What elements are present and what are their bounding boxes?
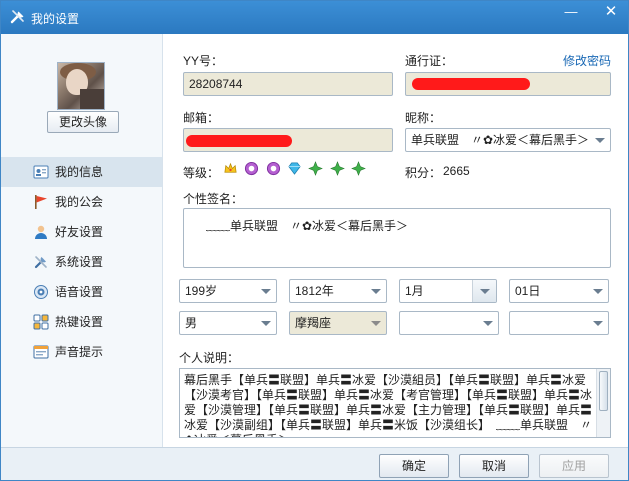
sidebar: 更改头像 我的信息 我的公会 好友设置 系统设置 语音设置 热键设置 声音提示 (1, 34, 163, 447)
age-dropdown[interactable]: 199岁 (179, 279, 277, 303)
signature-label: 个性签名： (183, 192, 244, 206)
close-button[interactable]: ✕ (597, 1, 625, 25)
star-icon (329, 161, 345, 177)
crown-icon (224, 163, 237, 173)
cancel-button[interactable]: 取消 (459, 454, 529, 478)
description-value: 幕后黑手【单兵〓联盟】单兵〓冰爱【沙漠組员】【单兵〓联盟】单兵〓冰爱【沙漠考官】… (184, 373, 593, 437)
birth-day-value: 01日 (515, 284, 541, 298)
sidebar-item-label: 热键设置 (55, 315, 104, 329)
title-bar[interactable]: 我的设置 — ✕ (1, 1, 628, 34)
constellation-dropdown: 摩羯座 (289, 311, 387, 335)
nickname-label: 昵称： (405, 111, 442, 125)
voice-icon (34, 285, 48, 299)
age-value: 199岁 (185, 284, 218, 298)
nickname-dropdown[interactable]: 单兵联盟 〃✿冰爱＜幕后黑手＞ (405, 128, 611, 152)
chevron-down-icon (588, 312, 608, 334)
province-dropdown[interactable] (399, 311, 499, 335)
email-field[interactable] (183, 128, 393, 152)
my-info-panel: YY号： 通行证： 修改密码 28208744 邮箱： 昵称： 单兵联盟 〃✿冰… (163, 34, 628, 447)
tools-icon (34, 256, 47, 269)
city-dropdown[interactable] (509, 311, 609, 335)
level-label: 等级： (183, 166, 220, 180)
sound-tip-icon (33, 345, 49, 359)
sidebar-item-label: 语音设置 (55, 285, 104, 299)
birth-year-value: 1812年 (295, 284, 334, 298)
chevron-down-icon[interactable] (472, 280, 496, 302)
passport-label: 通行证： (405, 54, 454, 68)
sidebar-item-system-settings[interactable]: 系统设置 (1, 247, 162, 277)
chevron-down-icon (256, 312, 276, 334)
birth-month-dropdown[interactable]: 1月 (399, 279, 497, 303)
ok-button[interactable]: 确定 (379, 454, 449, 478)
level-badges (223, 161, 369, 177)
id-card-icon (33, 165, 49, 179)
redaction-mark (186, 135, 292, 147)
sidebar-item-hotkey-settings[interactable]: 热键设置 (1, 307, 162, 337)
change-password-link[interactable]: 修改密码 (563, 52, 611, 69)
sidebar-item-my-guild[interactable]: 我的公会 (1, 187, 162, 217)
settings-window: 我的设置 — ✕ 更改头像 我的信息 我的公会 好友设置 系统设置 语音设置 热… (0, 0, 629, 481)
chevron-down-icon (590, 129, 610, 151)
points-label: 积分： (405, 166, 442, 180)
sidebar-item-label: 系统设置 (55, 255, 104, 269)
avatar[interactable] (57, 62, 105, 110)
sidebar-item-sound-tips[interactable]: 声音提示 (1, 337, 162, 367)
star-icon (351, 161, 366, 177)
dialog-footer: 确定 取消 应用 (1, 447, 628, 480)
chevron-down-icon (366, 312, 386, 334)
constellation-value: 摩羯座 (295, 316, 332, 330)
sidebar-item-my-info[interactable]: 我的信息 (1, 157, 162, 187)
flag-icon (35, 195, 47, 209)
sidebar-nav: 我的信息 我的公会 好友设置 系统设置 语音设置 热键设置 声音提示 (1, 157, 162, 367)
star-icon (308, 161, 324, 177)
change-avatar-button[interactable]: 更改头像 (47, 111, 119, 133)
signature-input[interactable]: ﹏﹏单兵联盟 〃✿冰爱＜幕后黑手＞ (183, 208, 611, 268)
chevron-down-icon (588, 280, 608, 302)
minimize-button[interactable]: — (557, 1, 585, 25)
friend-icon (35, 225, 47, 239)
yy-number-label: YY号： (183, 54, 224, 68)
diamond-icon (288, 162, 301, 176)
sidebar-item-label: 声音提示 (55, 345, 104, 359)
sidebar-item-voice-settings[interactable]: 语音设置 (1, 277, 162, 307)
window-title: 我的设置 (31, 12, 80, 26)
moon-badge-icon (266, 162, 280, 176)
gender-value: 男 (185, 316, 198, 330)
redaction-mark (412, 78, 530, 90)
passport-field[interactable] (405, 72, 611, 96)
apply-button: 应用 (539, 454, 609, 478)
scrollbar-thumb[interactable] (599, 371, 608, 411)
hotkey-icon (33, 314, 49, 330)
description-textarea[interactable]: 幕后黑手【单兵〓联盟】单兵〓冰爱【沙漠組员】【单兵〓联盟】单兵〓冰爱【沙漠考官】… (179, 368, 611, 438)
tools-icon (10, 10, 24, 24)
email-label: 邮箱： (183, 111, 220, 125)
birth-year-dropdown[interactable]: 1812年 (289, 279, 387, 303)
sidebar-item-label: 我的公会 (55, 195, 104, 209)
yy-number-field[interactable]: 28208744 (183, 72, 393, 96)
description-scrollbar[interactable] (596, 369, 610, 437)
sidebar-item-label: 好友设置 (55, 225, 104, 239)
nickname-value: 单兵联盟 〃✿冰爱＜幕后黑手＞ (411, 133, 590, 147)
moon-badge-icon (245, 162, 259, 176)
sidebar-item-label: 我的信息 (55, 165, 104, 179)
chevron-down-icon (256, 280, 276, 302)
birth-day-dropdown[interactable]: 01日 (509, 279, 609, 303)
signature-value: ﹏﹏单兵联盟 〃✿冰爱＜幕后黑手＞ (206, 219, 409, 233)
chevron-down-icon (478, 312, 498, 334)
description-label: 个人说明： (179, 351, 240, 365)
sidebar-item-friend-settings[interactable]: 好友设置 (1, 217, 162, 247)
chevron-down-icon (366, 280, 386, 302)
gender-dropdown[interactable]: 男 (179, 311, 277, 335)
birth-month-value: 1月 (405, 284, 424, 298)
points-value: 2665 (443, 164, 470, 178)
